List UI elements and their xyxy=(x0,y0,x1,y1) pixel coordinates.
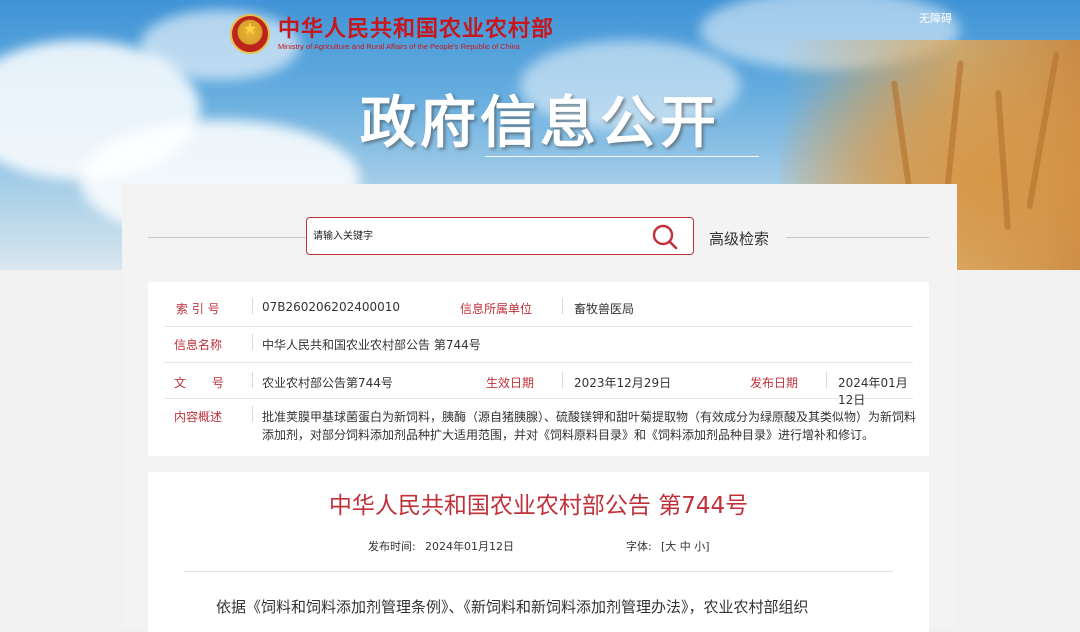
font-size-label: 字体: xyxy=(626,540,652,553)
info-table: 索 引 号 07B260206202400010 信息所属单位 畜牧兽医局 信息… xyxy=(148,282,929,456)
ministry-name-en: Ministry of Agriculture and Rural Affair… xyxy=(278,42,520,51)
separator xyxy=(252,298,253,314)
article-body: 依据《饲料和饲料添加剂管理条例》、《新饲料和新饲料添加剂管理办法》，农业农村部组… xyxy=(216,598,809,616)
ministry-logo[interactable]: 中华人民共和国农业农村部 Ministry of Agriculture and… xyxy=(230,14,554,54)
name-label: 信息名称 xyxy=(174,338,223,352)
summary-line-2: 添加剂，对部分饲料添加剂品种扩大适用范围，并对《饲料原料目录》和《饲料添加剂品种… xyxy=(262,428,875,442)
publish-label: 发布日期 xyxy=(750,376,799,390)
unit-value: 畜牧兽医局 xyxy=(574,302,635,316)
search-button[interactable] xyxy=(651,223,679,251)
search-icon xyxy=(652,224,678,250)
doc-value: 农业农村部公告第744号 xyxy=(262,376,393,390)
title-underline xyxy=(485,156,759,157)
bracket: ] xyxy=(705,540,710,553)
divider xyxy=(184,571,893,572)
font-large-button[interactable]: 大 xyxy=(665,540,676,553)
separator xyxy=(252,406,253,422)
separator xyxy=(252,372,253,388)
publish-time-label: 发布时间: xyxy=(368,540,416,553)
search-input[interactable] xyxy=(307,218,649,254)
separator xyxy=(562,298,563,314)
name-value: 中华人民共和国农业农村部公告 第744号 xyxy=(262,338,481,352)
doc-label: 文 号 xyxy=(174,376,224,390)
publish-time-value: 2024年01月12日 xyxy=(425,540,514,553)
divider xyxy=(148,237,306,238)
separator xyxy=(562,372,563,388)
index-value: 07B260206202400010 xyxy=(262,300,401,314)
separator xyxy=(252,334,253,350)
article-title: 中华人民共和国农业农村部公告 第744号 xyxy=(328,493,749,519)
info-row: 索 引 号 07B260206202400010 信息所属单位 畜牧兽医局 xyxy=(164,282,913,327)
search-bar: 高级检索 xyxy=(122,184,957,280)
ministry-name-cn: 中华人民共和国农业农村部 xyxy=(278,16,555,42)
separator xyxy=(826,372,827,388)
page-title: 政府信息公开 xyxy=(360,90,720,156)
summary-label: 内容概述 xyxy=(174,410,223,424)
font-small-button[interactable]: 小 xyxy=(694,540,705,553)
advanced-search-link[interactable]: 高级检索 xyxy=(709,228,769,249)
info-row: 信息名称 中华人民共和国农业农村部公告 第744号 xyxy=(164,326,913,363)
info-row: 文 号 农业农村部公告第744号 生效日期 2023年12月29日 发布日期 2… xyxy=(164,362,913,407)
national-emblem-icon xyxy=(230,14,270,54)
article: 中华人民共和国农业农村部公告 第744号 发布时间: 2024年01月12日 字… xyxy=(148,472,929,632)
font-size-switcher: [大 中 小] xyxy=(661,538,710,554)
search-box xyxy=(306,217,694,255)
index-label: 索 引 号 xyxy=(176,302,220,316)
effective-label: 生效日期 xyxy=(486,376,535,390)
main-panel: 高级检索 索 引 号 07B260206202400010 信息所属单位 畜牧兽… xyxy=(122,184,957,632)
summary-line-1: 批准荚膜甲基球菌蛋白为新饲料，胰酶（源自猪胰腺）、硫酸镁钾和甜叶菊提取物（有效成… xyxy=(262,410,917,424)
unit-label: 信息所属单位 xyxy=(460,302,533,316)
font-medium-button[interactable]: 中 xyxy=(680,540,691,553)
effective-value: 2023年12月29日 xyxy=(574,376,672,390)
accessibility-link[interactable]: 无障碍 xyxy=(919,10,952,26)
divider xyxy=(786,237,929,238)
info-row: 内容概述 批准荚膜甲基球菌蛋白为新饲料，胰酶（源自猪胰腺）、硫酸镁钾和甜叶菊提取… xyxy=(164,398,917,448)
